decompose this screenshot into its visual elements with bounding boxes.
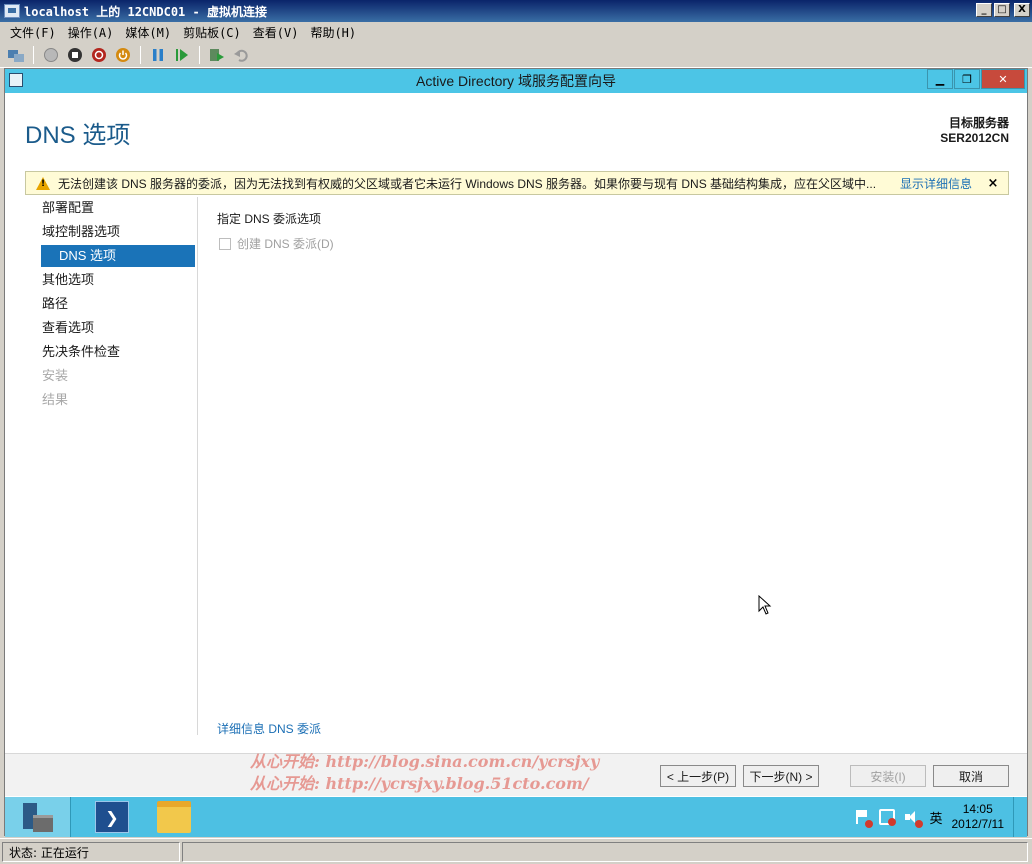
- checkpoint-icon: [210, 48, 224, 61]
- host-close-button[interactable]: X: [1014, 3, 1030, 17]
- resume-button[interactable]: [172, 45, 192, 65]
- host-minimize-button[interactable]: _: [976, 3, 992, 17]
- wizard-minimize-button[interactable]: ▁: [927, 69, 953, 89]
- nav-divider: [197, 197, 198, 735]
- wizard-window-title: Active Directory 域服务配置向导: [416, 73, 616, 89]
- nav-item-paths[interactable]: 路径: [42, 293, 68, 315]
- host-window-controls: _ □ X: [976, 3, 1030, 17]
- turn-off-button[interactable]: [65, 45, 85, 65]
- nav-item-additional-options[interactable]: 其他选项: [42, 269, 94, 291]
- more-about-dns-delegation-link[interactable]: 详细信息 DNS 委派: [217, 720, 321, 737]
- target-server-label: 目标服务器: [948, 116, 1009, 130]
- input-method-indicator[interactable]: 英: [929, 808, 942, 827]
- vm-status: 状态: 正在运行: [2, 841, 180, 862]
- shutdown-icon: [92, 47, 106, 62]
- target-server-name: SER2012CN: [940, 131, 1009, 145]
- checkbox-box: [219, 237, 231, 250]
- turn-off-icon: [68, 47, 82, 62]
- host-menu-bar: 文件(F) 操作(A) 媒体(M) 剪贴板(C) 查看(V) 帮助(H): [0, 22, 1032, 42]
- powershell-icon[interactable]: ❯: [95, 801, 129, 833]
- nav-item-dns-options[interactable]: DNS 选项: [41, 245, 195, 267]
- nav-item-dc-options[interactable]: 域控制器选项: [42, 221, 120, 243]
- start-icon: [44, 47, 58, 62]
- warning-icon: [36, 176, 50, 190]
- toolbar-separator: [140, 45, 141, 64]
- checkbox-label: 创建 DNS 委派(D): [237, 237, 334, 251]
- host-window-title: localhost 上的 12CNDC01 - 虚拟机连接: [24, 4, 267, 19]
- clock-time: 14:05: [962, 802, 993, 816]
- power-button[interactable]: [113, 45, 133, 65]
- error-badge-icon: [915, 820, 924, 828]
- wizard-close-button[interactable]: ✕: [981, 69, 1025, 89]
- status-bar-spacer: [182, 841, 1028, 862]
- cancel-button[interactable]: 取消: [933, 765, 1009, 787]
- system-tray: 英 14:05 2012/7/11: [854, 797, 1019, 837]
- wizard-restore-button[interactable]: ❐: [954, 69, 980, 89]
- wizard-app-icon: [9, 73, 23, 87]
- nav-item-prerequisites-check[interactable]: 先决条件检查: [42, 341, 120, 363]
- host-title-bar[interactable]: localhost 上的 12CNDC01 - 虚拟机连接 _ □ X: [0, 0, 1032, 22]
- create-dns-delegation-checkbox: 创建 DNS 委派(D): [219, 235, 334, 252]
- checkpoint-button[interactable]: [207, 45, 227, 65]
- menu-help[interactable]: 帮助(H): [304, 24, 362, 41]
- nav-item-review-options[interactable]: 查看选项: [42, 317, 94, 339]
- error-badge-icon: [888, 818, 897, 826]
- vm-connection-icon: [4, 4, 20, 18]
- warning-message: 无法创建该 DNS 服务器的委派，因为无法找到有权威的父区域或者它未运行 Win…: [58, 176, 877, 191]
- nav-item-deployment-config[interactable]: 部署配置: [42, 197, 94, 219]
- dns-delegation-heading: 指定 DNS 委派选项: [217, 212, 322, 226]
- menu-action[interactable]: 操作(A): [62, 24, 120, 41]
- menu-clipboard[interactable]: 剪贴板(C): [177, 24, 247, 41]
- error-badge-icon: [865, 820, 874, 828]
- pause-button[interactable]: [148, 45, 168, 65]
- revert-button[interactable]: [231, 45, 251, 65]
- network-icon[interactable]: [879, 809, 897, 826]
- next-button[interactable]: 下一步(N) >: [743, 765, 819, 787]
- taskbar-clock[interactable]: 14:05 2012/7/11: [952, 802, 1005, 832]
- wizard-title-bar[interactable]: Active Directory 域服务配置向导 ▁ ❐ ✕: [5, 69, 1027, 93]
- pause-icon: [153, 48, 163, 61]
- vm-screen[interactable]: Active Directory 域服务配置向导 ▁ ❐ ✕ DNS 选项 目标…: [4, 68, 1028, 837]
- ctrl-alt-del-button[interactable]: [6, 45, 26, 65]
- wizard-nav: 部署配置 域控制器选项 DNS 选项 其他选项 路径 查看选项 先决条件检查 安…: [25, 197, 197, 737]
- watermark-line: 从心开始: http://blog.sina.com.cn/ycrsjxy: [250, 752, 600, 771]
- mouse-cursor-icon: [758, 595, 772, 615]
- power-icon: [116, 47, 130, 62]
- action-center-flag-icon[interactable]: [854, 809, 874, 828]
- dismiss-warning-button[interactable]: ×: [982, 176, 1004, 191]
- nav-item-results: 结果: [42, 392, 69, 407]
- page-title: DNS 选项: [25, 122, 131, 149]
- wizard-window-controls: ▁ ❐ ✕: [927, 69, 1025, 89]
- taskbar-server-manager[interactable]: [5, 797, 71, 837]
- menu-view[interactable]: 查看(V): [247, 24, 305, 41]
- ctrl-alt-del-icon: [8, 49, 24, 62]
- start-button[interactable]: [41, 45, 61, 65]
- show-desktop-button[interactable]: [1013, 797, 1019, 837]
- file-explorer-icon[interactable]: [157, 801, 191, 833]
- host-status-bar: 状态: 正在运行: [0, 838, 1032, 864]
- install-button: 安装(I): [850, 765, 926, 787]
- toolbar-separator: [199, 45, 200, 64]
- volume-icon[interactable]: [904, 809, 924, 828]
- clock-date: 2012/7/11: [951, 817, 1005, 831]
- host-maximize-button[interactable]: □: [994, 3, 1010, 17]
- host-toolbar: [0, 42, 1032, 68]
- resume-icon: [176, 48, 188, 61]
- server-manager-icon: [22, 803, 53, 832]
- menu-file[interactable]: 文件(F): [4, 24, 62, 41]
- revert-icon: [234, 49, 248, 62]
- back-button[interactable]: < 上一步(P): [660, 765, 736, 787]
- wizard-footer: 从心开始: http://blog.sina.com.cn/ycrsjxy 从心…: [5, 752, 1027, 796]
- show-details-link[interactable]: 显示详细信息: [900, 175, 972, 192]
- watermark-line: 从心开始: http://ycrsjxy.blog.51cto.com/: [250, 774, 589, 793]
- shutdown-button[interactable]: [89, 45, 109, 65]
- nav-item-installation: 安装: [42, 368, 69, 383]
- warning-banner: 无法创建该 DNS 服务器的委派，因为无法找到有权威的父区域或者它未运行 Win…: [25, 171, 1009, 195]
- menu-media[interactable]: 媒体(M): [119, 24, 177, 41]
- guest-taskbar: ❯ 英 14:05 2012/7/11: [5, 797, 1027, 837]
- target-server: 目标服务器 SER2012CN: [940, 116, 1009, 146]
- toolbar-separator: [33, 45, 34, 64]
